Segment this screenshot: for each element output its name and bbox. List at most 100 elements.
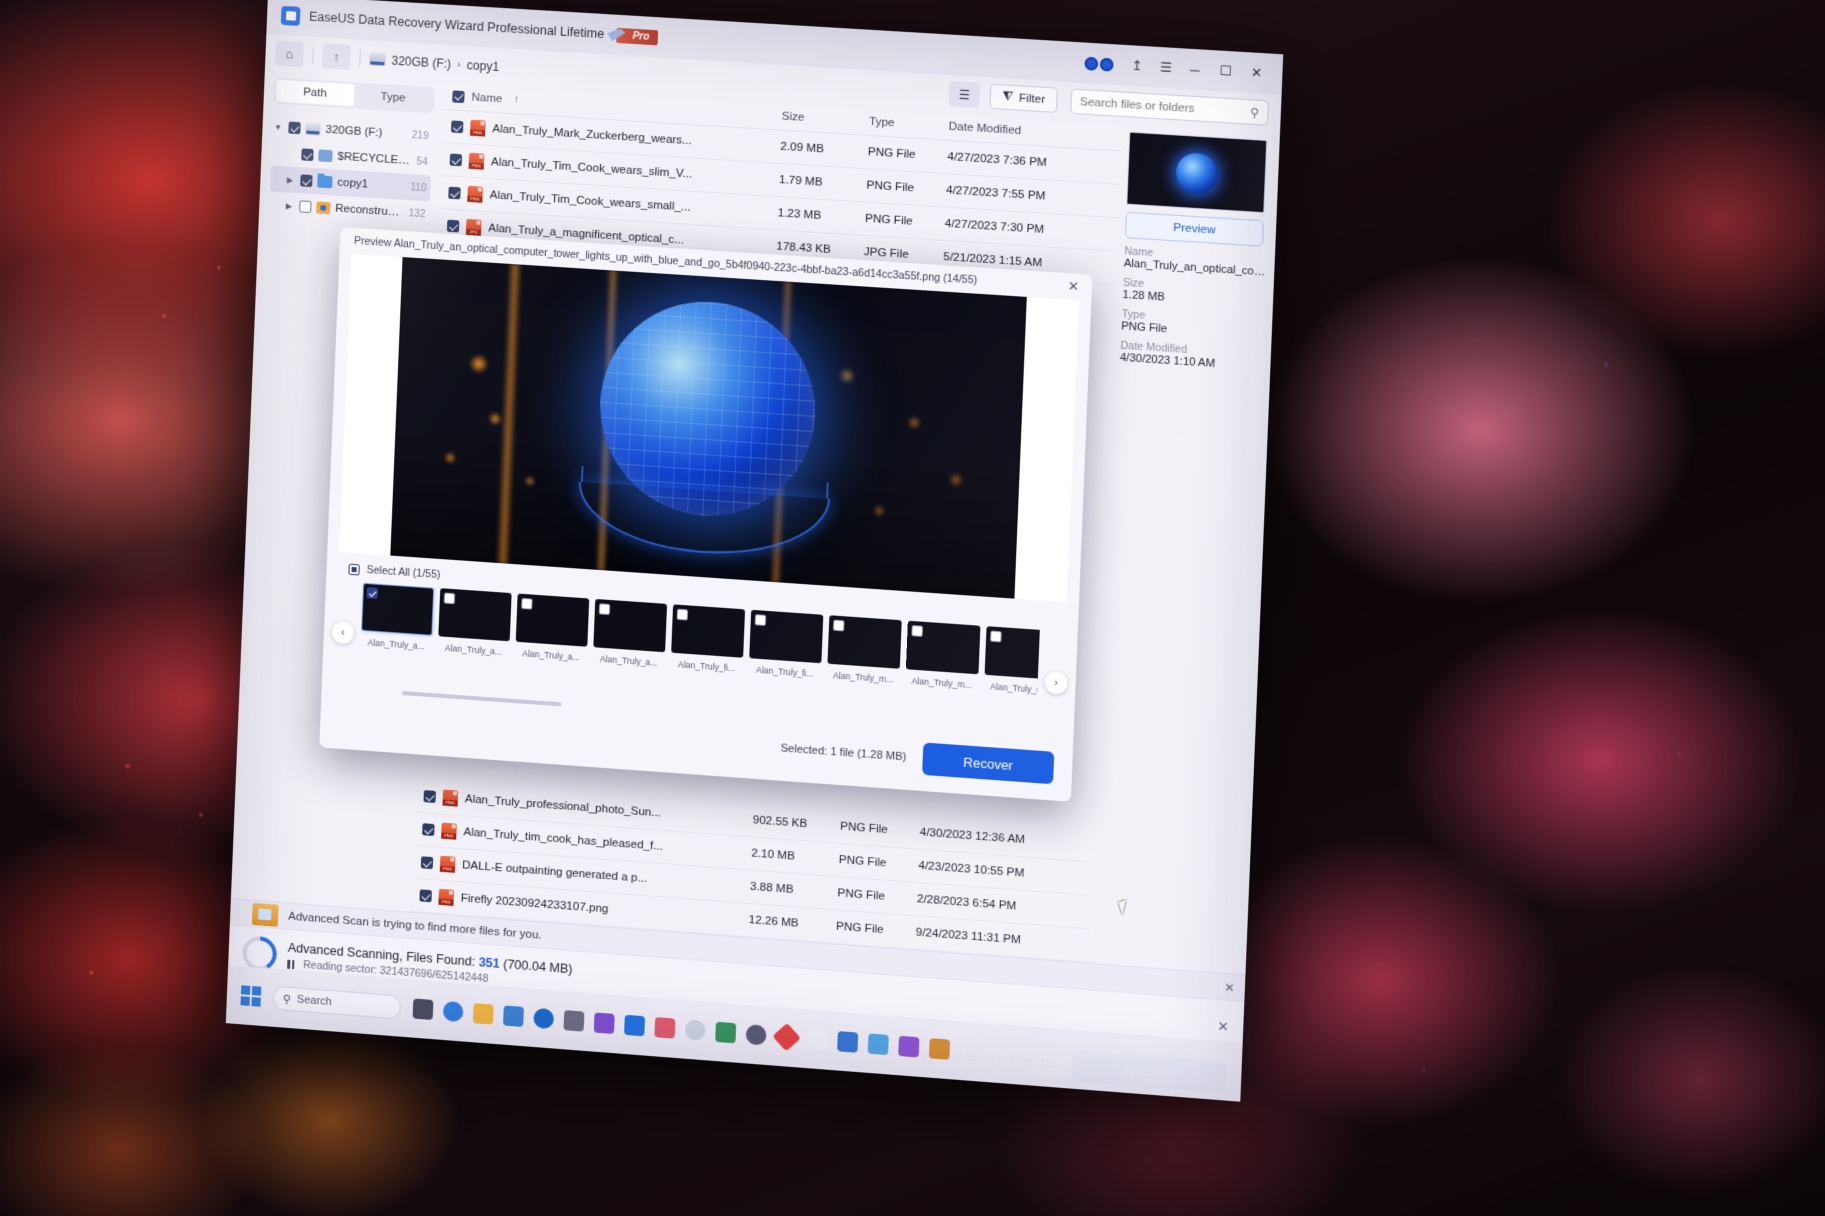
menu-icon[interactable]: ☰ — [1152, 55, 1180, 81]
thumbnail-checkbox[interactable] — [521, 598, 533, 610]
thumbnail-image[interactable] — [516, 594, 590, 647]
eyes-icon[interactable] — [1084, 56, 1113, 71]
gear-icon[interactable] — [563, 1010, 584, 1032]
row-checkbox[interactable] — [423, 790, 436, 803]
tab-path[interactable]: Path — [276, 80, 355, 107]
home-icon[interactable]: ⌂ — [275, 41, 304, 68]
app-violet-icon[interactable] — [898, 1036, 919, 1058]
list-item[interactable]: Alan_Truly_fi... — [749, 610, 824, 680]
thumbnail-next-button[interactable]: › — [1044, 671, 1067, 695]
chrome-icon[interactable] — [685, 1019, 706, 1041]
excel-icon[interactable] — [837, 1031, 858, 1053]
thumbnail-image[interactable] — [438, 588, 511, 641]
taskview-icon[interactable] — [413, 998, 434, 1020]
app-green-icon[interactable] — [715, 1022, 736, 1044]
tree-item-count: 110 — [410, 182, 426, 194]
row-checkbox[interactable] — [419, 889, 432, 902]
preview-button[interactable]: Preview — [1125, 212, 1264, 247]
search-input[interactable] — [1080, 96, 1244, 118]
expand-chevron-icon[interactable]: ▶ — [284, 175, 295, 185]
thumbnail-checkbox[interactable] — [990, 631, 1002, 643]
file-explorer-icon[interactable] — [473, 1003, 494, 1025]
thumbnail-image[interactable] — [827, 615, 901, 669]
tab-type[interactable]: Type — [354, 84, 433, 111]
list-item[interactable]: Alan_Truly_a... — [593, 599, 667, 668]
minimize-button[interactable]: ─ — [1179, 55, 1211, 83]
row-checkbox[interactable] — [451, 120, 464, 133]
search-box[interactable]: ⚲ — [1070, 88, 1269, 125]
thumbnail-image[interactable] — [593, 599, 667, 652]
app-gray-icon[interactable] — [746, 1024, 767, 1046]
list-item[interactable]: Alan_Truly_a... — [515, 594, 589, 663]
select-all-checkbox[interactable] — [348, 563, 359, 575]
thumbnail-image[interactable] — [985, 626, 1040, 680]
edge-icon[interactable] — [443, 1001, 464, 1023]
scan-close-icon[interactable]: ✕ — [1217, 1018, 1229, 1035]
list-item[interactable]: Alan_Truly_m... — [984, 626, 1040, 695]
hint-close-icon[interactable]: ✕ — [1224, 980, 1235, 995]
thumbnail-checkbox[interactable] — [444, 592, 455, 604]
column-header-size[interactable]: Size — [781, 110, 869, 127]
row-checkbox[interactable] — [450, 154, 463, 167]
breadcrumb-item-folder[interactable]: copy1 — [467, 58, 500, 74]
column-header-date[interactable]: Date Modified — [948, 120, 1123, 143]
thumbnail-checkbox[interactable] — [677, 609, 689, 621]
up-one-level-icon[interactable]: ↑ — [322, 43, 351, 70]
preview-thumbnail[interactable] — [1126, 132, 1267, 214]
thumbnail-checkbox[interactable] — [599, 603, 611, 615]
app-purple-icon[interactable] — [594, 1012, 615, 1034]
file-type: PNG File — [865, 213, 945, 230]
tree-item-count: 219 — [412, 130, 429, 142]
thumbnail-checkbox[interactable] — [755, 614, 767, 626]
row-checkbox[interactable] — [448, 187, 461, 200]
filter-button[interactable]: ⧨ Filter — [990, 84, 1058, 113]
list-item[interactable]: Alan_Truly_fi... — [670, 604, 745, 674]
sort-ascending-icon[interactable]: ↑ — [509, 94, 524, 106]
list-item[interactable]: Alan_Truly_a... — [360, 583, 434, 652]
thumbnail-checkbox[interactable] — [366, 587, 377, 599]
preview-image[interactable] — [390, 257, 1026, 599]
thumbnail-image[interactable] — [749, 610, 823, 663]
select-all-checkbox[interactable] — [452, 90, 465, 103]
thumbnail-prev-button[interactable]: ‹ — [331, 621, 354, 645]
tree-checkbox[interactable] — [299, 200, 311, 213]
tree-checkbox[interactable] — [300, 174, 312, 187]
row-checkbox[interactable] — [421, 856, 434, 869]
app-blue-icon[interactable] — [624, 1015, 645, 1037]
maximize-button[interactable]: ☐ — [1210, 57, 1242, 85]
settings-blue-icon[interactable] — [533, 1008, 554, 1030]
file-size: 1.79 MB — [779, 174, 867, 192]
taskbar-search[interactable]: ⚲ Search — [272, 986, 401, 1020]
list-item[interactable]: Alan_Truly_a... — [438, 588, 512, 657]
row-checkbox[interactable] — [422, 823, 435, 836]
expand-chevron-icon[interactable]: ▼ — [272, 122, 283, 132]
store-icon[interactable] — [503, 1005, 524, 1027]
thumbnail-checkbox[interactable] — [911, 625, 923, 637]
app-red-icon[interactable] — [654, 1017, 675, 1039]
app-diamond-icon[interactable] — [772, 1023, 801, 1052]
thumbnail-image[interactable] — [361, 583, 434, 636]
list-item[interactable]: Alan_Truly_m... — [827, 615, 902, 685]
breadcrumb-item-drive[interactable]: 320GB (F:) — [391, 53, 451, 71]
column-header-type[interactable]: Type — [869, 115, 949, 132]
list-item[interactable]: Alan_Truly_m... — [905, 621, 980, 691]
thumbnail-image[interactable] — [671, 604, 745, 657]
expand-chevron-icon[interactable]: ▶ — [283, 201, 294, 211]
row-checkbox[interactable] — [447, 220, 460, 233]
view-mode-icon[interactable]: ☰ — [949, 81, 981, 108]
dialog-recover-button[interactable]: Recover — [922, 743, 1054, 785]
app-lightblue-icon[interactable] — [868, 1033, 889, 1055]
preview-dialog-close-icon[interactable]: ✕ — [1063, 276, 1084, 298]
windows-icon[interactable] — [241, 985, 262, 1007]
pause-icon[interactable] — [287, 959, 294, 969]
close-button[interactable]: ✕ — [1241, 59, 1273, 87]
notepad-icon[interactable] — [807, 1029, 828, 1051]
export-icon[interactable]: ↥ — [1123, 53, 1151, 79]
app-orange-icon[interactable] — [929, 1038, 950, 1060]
search-icon[interactable]: ⚲ — [1250, 105, 1260, 120]
thumbnail-checkbox[interactable] — [833, 620, 845, 632]
thumbnail-image[interactable] — [906, 621, 981, 675]
recycle-bin-icon — [318, 149, 332, 162]
tree-checkbox[interactable] — [288, 121, 300, 134]
tree-checkbox[interactable] — [301, 148, 313, 161]
